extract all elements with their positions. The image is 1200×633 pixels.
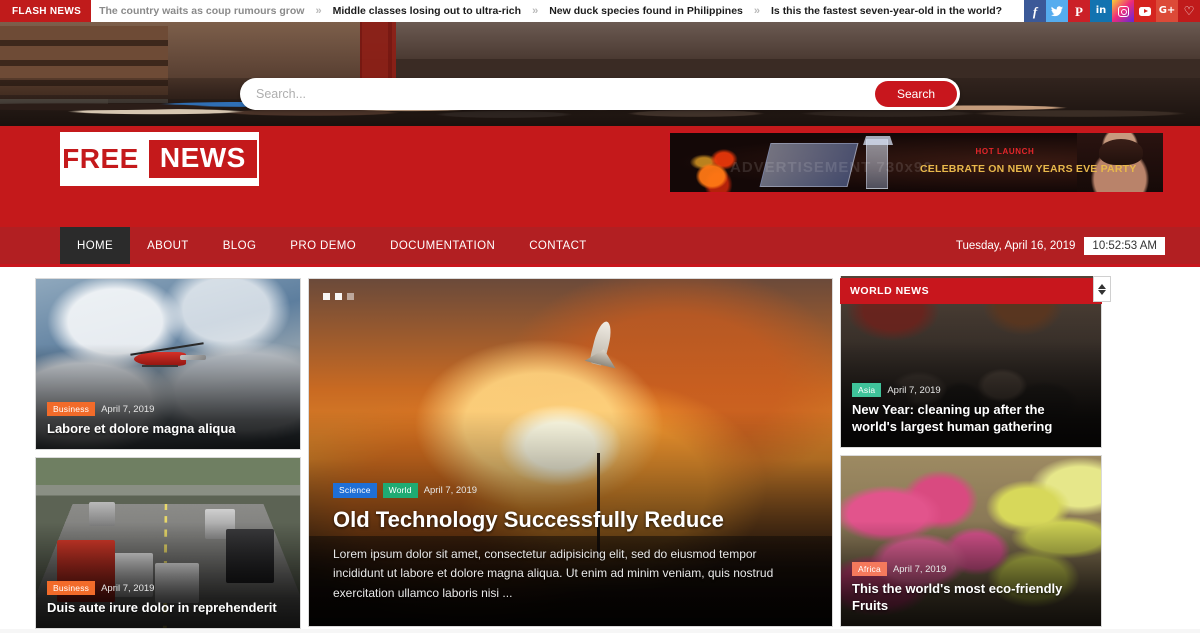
search-input[interactable] — [240, 87, 875, 101]
flash-news-bar: FLASH NEWS The country waits as coup rum… — [0, 0, 1200, 22]
nav-item-documentation[interactable]: DOCUMENTATION — [373, 227, 512, 264]
world-news-panel: WORLD NEWS Asia April 7, 2019 New Year: … — [840, 278, 1102, 448]
featured-article-card[interactable]: Science World April 7, 2019 Old Technolo… — [308, 278, 833, 627]
youtube-play-icon — [1139, 7, 1151, 16]
ticker-separator-icon: » — [306, 5, 330, 17]
article-body: Business April 7, 2019 Labore et dolore … — [36, 394, 300, 449]
article-date: April 7, 2019 — [887, 385, 940, 396]
category-badge[interactable]: Africa — [852, 562, 887, 576]
logo-text-free: FREE — [62, 143, 149, 175]
category-badge[interactable]: Asia — [852, 383, 881, 397]
article-date: April 7, 2019 — [101, 583, 154, 594]
article-body: Business April 7, 2019 Duis aute irure d… — [36, 573, 300, 628]
category-badge[interactable]: Science — [333, 483, 377, 497]
nav-datetime: Tuesday, April 16, 2019 10:52:53 AM — [956, 227, 1165, 264]
article-body: Asia April 7, 2019 New Year: cleaning up… — [841, 375, 1101, 447]
hero-banner: Search — [0, 22, 1200, 126]
carousel-dot[interactable] — [323, 293, 330, 300]
advertisement-banner[interactable]: ADVERTISEMENT 730x90 HOT LAUNCH CELEBRAT… — [668, 131, 1165, 194]
pinterest-icon[interactable]: P — [1068, 0, 1090, 22]
main-navigation: HOME ABOUT BLOG PRO DEMO DOCUMENTATION C… — [0, 227, 1200, 264]
flash-news-label: FLASH NEWS — [0, 0, 91, 22]
heart-icon[interactable]: ♡ — [1178, 0, 1200, 22]
linkedin-icon[interactable]: in — [1090, 0, 1112, 22]
article-title[interactable]: Labore et dolore magna aliqua — [47, 421, 289, 438]
world-news-scroll-arrows[interactable] — [1093, 276, 1111, 302]
article-meta: Business April 7, 2019 — [47, 581, 289, 595]
ad-copy: HOT LAUNCH CELEBRATE ON NEW YEARS EVE PA… — [920, 147, 1090, 175]
article-body: Africa April 7, 2019 This the world's mo… — [841, 554, 1101, 626]
ticker-item[interactable]: Middle classes losing out to ultra-rich — [331, 5, 523, 17]
instagram-icon[interactable] — [1112, 0, 1134, 22]
footer-preview: | Social Links — [0, 629, 1200, 633]
nav-item-home[interactable]: HOME — [60, 227, 130, 264]
hero-photo — [0, 22, 1200, 126]
youtube-icon[interactable] — [1134, 0, 1156, 22]
article-title[interactable]: This the world's most eco-friendly Fruit… — [852, 581, 1090, 615]
featured-column: Science World April 7, 2019 Old Technolo… — [308, 278, 833, 629]
ad-watermark-text: ADVERTISEMENT 730x90 — [730, 159, 933, 176]
article-meta: Asia April 7, 2019 — [852, 383, 1090, 397]
carousel-dot[interactable] — [347, 293, 354, 300]
article-meta: Business April 7, 2019 — [47, 402, 289, 416]
article-card[interactable]: Business April 7, 2019 Labore et dolore … — [35, 278, 301, 450]
facebook-icon[interactable]: f — [1024, 0, 1046, 22]
nav-items: HOME ABOUT BLOG PRO DEMO DOCUMENTATION C… — [60, 227, 604, 264]
article-meta: Africa April 7, 2019 — [852, 562, 1090, 576]
ticker-item[interactable]: Is this the fastest seven-year-old in th… — [769, 5, 1004, 17]
world-news-heading-label: WORLD NEWS — [850, 285, 929, 297]
nav-item-contact[interactable]: CONTACT — [512, 227, 604, 264]
category-badge[interactable]: Business — [47, 581, 95, 595]
article-card[interactable]: Africa April 7, 2019 This the world's mo… — [840, 455, 1102, 627]
article-card[interactable]: Business April 7, 2019 Duis aute irure d… — [35, 457, 301, 629]
article-title[interactable]: Duis aute irure dolor in reprehenderit — [47, 600, 289, 617]
current-time: 10:52:53 AM — [1084, 237, 1165, 255]
search-bar[interactable]: Search — [240, 78, 960, 110]
article-date: April 7, 2019 — [893, 564, 946, 575]
space-shuttle-graphic — [586, 321, 620, 373]
twitter-bird-icon — [1051, 6, 1063, 17]
featured-excerpt: Lorem ipsum dolor sit amet, consectetur … — [333, 545, 808, 604]
featured-article-body: Science World April 7, 2019 Old Technolo… — [309, 471, 832, 626]
category-badge[interactable]: Business — [47, 402, 95, 416]
ad-headline: HOT LAUNCH — [920, 147, 1090, 156]
search-button[interactable]: Search — [875, 81, 957, 107]
ticker-separator-icon: » — [523, 5, 547, 17]
world-news-heading: WORLD NEWS — [840, 278, 1102, 304]
featured-meta: Science World April 7, 2019 — [333, 483, 808, 497]
nav-item-pro-demo[interactable]: PRO DEMO — [273, 227, 373, 264]
googleplus-icon[interactable]: G+ — [1156, 0, 1178, 22]
chevron-down-icon[interactable] — [1098, 290, 1106, 295]
ad-subline: CELEBRATE ON NEW YEARS EVE PARTY — [920, 163, 1090, 175]
nav-item-blog[interactable]: BLOG — [206, 227, 274, 264]
site-header: FREE NEWS ADVERTISEMENT 730x90 HOT LAUNC… — [0, 126, 1200, 227]
current-date: Tuesday, April 16, 2019 — [956, 240, 1076, 252]
category-badge[interactable]: World — [383, 483, 418, 497]
ticker-separator-icon: » — [745, 5, 769, 17]
featured-date: April 7, 2019 — [424, 485, 477, 496]
ticker-item[interactable]: The country waits as coup rumours grow — [97, 5, 306, 17]
site-logo[interactable]: FREE NEWS — [60, 132, 259, 186]
left-column: Business April 7, 2019 Labore et dolore … — [35, 278, 301, 629]
instagram-camera-icon — [1118, 6, 1129, 17]
carousel-indicators[interactable] — [323, 293, 354, 300]
logo-text-news: NEWS — [149, 140, 257, 178]
flash-news-ticker: The country waits as coup rumours grow »… — [91, 0, 1024, 22]
chevron-up-icon[interactable] — [1098, 284, 1106, 289]
main-content: Business April 7, 2019 Labore et dolore … — [0, 267, 1200, 629]
world-news-column: WORLD NEWS Asia April 7, 2019 New Year: … — [840, 278, 1102, 629]
featured-title[interactable]: Old Technology Successfully Reduce — [333, 507, 808, 533]
article-title[interactable]: New Year: cleaning up after the world's … — [852, 402, 1090, 436]
twitter-icon[interactable] — [1046, 0, 1068, 22]
social-links: f P in G+ ♡ — [1024, 0, 1200, 22]
nav-item-about[interactable]: ABOUT — [130, 227, 206, 264]
article-date: April 7, 2019 — [101, 404, 154, 415]
carousel-dot[interactable] — [335, 293, 342, 300]
ticker-item[interactable]: New duck species found in Philippines — [547, 5, 745, 17]
